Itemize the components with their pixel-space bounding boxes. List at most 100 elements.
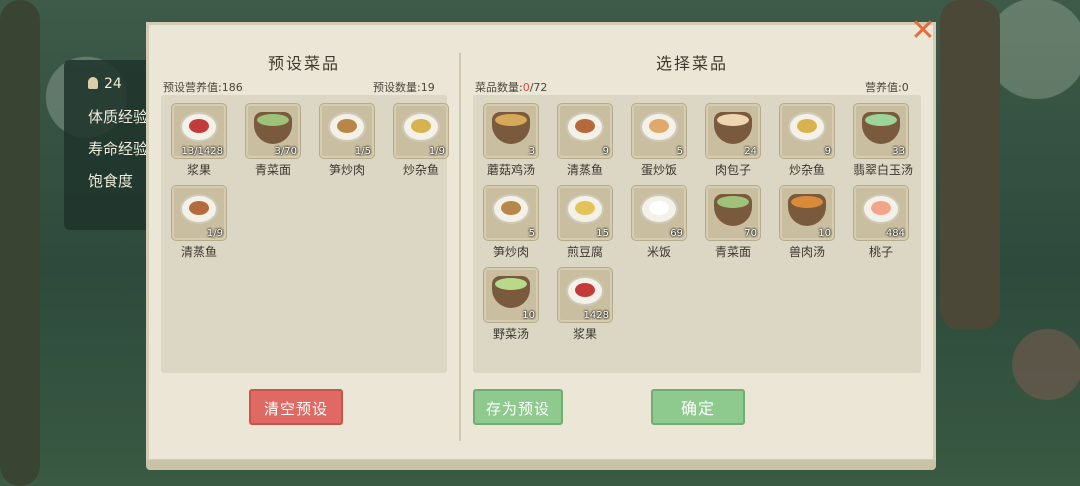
food-fill (575, 201, 595, 215)
section-divider (459, 53, 461, 441)
dish-item[interactable]: 10 野菜汤 (483, 267, 539, 342)
steamed-fish-dish-icon (566, 112, 604, 142)
fried-tofu-icon (566, 194, 604, 224)
dish-count-badge: 484 (885, 228, 905, 239)
veg-soup-icon (492, 276, 530, 308)
dish-tile[interactable]: 9 (557, 103, 613, 159)
dish-name: 桃子 (868, 245, 893, 259)
dish-count: 菜品数量:0/72 (475, 79, 547, 95)
dialog-bottom-edge (146, 460, 936, 470)
dish-tile[interactable]: 15 (557, 185, 613, 241)
dish-tile[interactable]: 13/1428 (171, 103, 227, 159)
noodle-bowl-icon (254, 112, 292, 144)
food-fill (189, 201, 209, 215)
food-fill (717, 196, 749, 208)
dish-item[interactable]: 1/9 清蒸鱼 (171, 185, 227, 260)
dish-item[interactable]: 13/1428 浆果 (171, 103, 227, 178)
dish-tile[interactable]: 9 (779, 103, 835, 159)
dish-tile[interactable]: 484 (853, 185, 909, 241)
selected-nutrition: 营养值:0 (865, 81, 909, 94)
food-fill (575, 119, 595, 133)
dish-count-badge: 5 (528, 228, 535, 239)
dish-item[interactable]: 15 煎豆腐 (557, 185, 613, 260)
level-value: 24 (104, 76, 122, 92)
food-fill (501, 201, 521, 215)
dish-item[interactable]: 69 米饭 (631, 185, 687, 260)
chicken-soup-icon (492, 112, 530, 144)
dish-item[interactable]: 1/9 炒杂鱼 (393, 103, 449, 178)
dish-count-badge: 1/9 (428, 146, 445, 157)
dish-selection-dialog: 预设菜品 预设营养值:186 预设数量:19 选择菜品 菜品数量:0/72 营养… (146, 22, 936, 462)
dish-item[interactable]: 5 蛋炒饭 (631, 103, 687, 178)
dish-tile[interactable]: 10 (779, 185, 835, 241)
bun-basket-icon (714, 112, 752, 144)
confirm-button[interactable]: 确定 (651, 389, 745, 425)
dish-tile[interactable]: 69 (631, 185, 687, 241)
dish-count-badge: 69 (670, 228, 683, 239)
dish-item[interactable]: 1/5 笋炒肉 (319, 103, 375, 178)
dish-tile[interactable]: 33 (853, 103, 909, 159)
dish-item[interactable]: 70 青菜面 (705, 185, 761, 260)
dish-count-badge: 1/5 (354, 146, 371, 157)
food-fill (411, 119, 431, 133)
food-fill (257, 114, 289, 126)
dish-name: 笋炒肉 (492, 245, 529, 259)
dish-name: 浆果 (186, 163, 211, 177)
dish-count-badge: 3/70 (274, 146, 297, 157)
dish-tile[interactable]: 5 (483, 185, 539, 241)
side-row-lifespan: 寿命经验 (88, 140, 149, 158)
fried-rice-icon (640, 112, 678, 142)
dish-tile[interactable]: 1/9 (171, 185, 227, 241)
dish-item[interactable]: 3/70 青菜面 (245, 103, 301, 178)
dish-name: 清蒸鱼 (566, 163, 603, 177)
dish-item[interactable]: 484 桃子 (853, 185, 909, 260)
dish-tile[interactable]: 3/70 (245, 103, 301, 159)
tree-trunk-right (940, 0, 1000, 330)
dish-count-badge: 70 (744, 228, 757, 239)
dish-tile[interactable]: 1/5 (319, 103, 375, 159)
food-fill (791, 196, 823, 208)
dish-count-badge: 5 (676, 146, 683, 157)
select-section-title: 选择菜品 (619, 51, 765, 77)
dish-item[interactable]: 24 肉包子 (705, 103, 761, 178)
dish-name: 煎豆腐 (566, 245, 603, 259)
dish-tile[interactable]: 5 (631, 103, 687, 159)
dish-tile[interactable]: 3 (483, 103, 539, 159)
food-fill (189, 119, 209, 133)
food-fill (871, 201, 891, 215)
dish-tile[interactable]: 10 (483, 267, 539, 323)
dish-item[interactable]: 3 蘑菇鸡汤 (483, 103, 539, 178)
food-fill (865, 114, 897, 126)
food-fill (797, 119, 817, 133)
dish-name: 蛋炒饭 (640, 163, 677, 177)
dish-count-badge: 33 (892, 146, 905, 157)
food-fill (649, 119, 669, 133)
food-fill (495, 114, 527, 126)
dish-tile[interactable]: 1428 (557, 267, 613, 323)
dish-tile[interactable]: 24 (705, 103, 761, 159)
dish-item[interactable]: 1428 浆果 (557, 267, 613, 342)
dish-name: 清蒸鱼 (180, 245, 217, 259)
food-fill (717, 114, 749, 126)
dish-tile[interactable]: 70 (705, 185, 761, 241)
dish-count-badge: 9 (602, 146, 609, 157)
available-dish-grid: 3 蘑菇鸡汤 9 清蒸鱼 5 蛋炒饭 24 肉包子 9 炒杂鱼 33 翡翠白玉汤 5 笋炒肉 15 煎豆腐 69… (473, 95, 921, 373)
dish-item[interactable]: 5 笋炒肉 (483, 185, 539, 260)
dish-name: 浆果 (572, 327, 597, 341)
dish-item[interactable]: 9 炒杂鱼 (779, 103, 835, 178)
dish-tile[interactable]: 1/9 (393, 103, 449, 159)
dish-name: 笋炒肉 (328, 163, 365, 177)
dish-item[interactable]: 9 清蒸鱼 (557, 103, 613, 178)
save-preset-button[interactable]: 存为预设 (473, 389, 563, 425)
preset-count: 预设数量:19 (373, 81, 435, 94)
dish-item[interactable]: 33 翡翠白玉汤 (853, 103, 913, 178)
dish-item[interactable]: 10 兽肉汤 (779, 185, 835, 260)
dish-count-badge: 10 (818, 228, 831, 239)
berry-dish-icon (180, 112, 218, 142)
berry-dish-icon (566, 276, 604, 306)
close-icon[interactable]: ✕ (908, 16, 938, 46)
food-fill (495, 278, 527, 290)
person-icon (88, 77, 98, 89)
clear-preset-button[interactable]: 清空预设 (249, 389, 343, 425)
noodle-bowl-icon (714, 194, 752, 226)
